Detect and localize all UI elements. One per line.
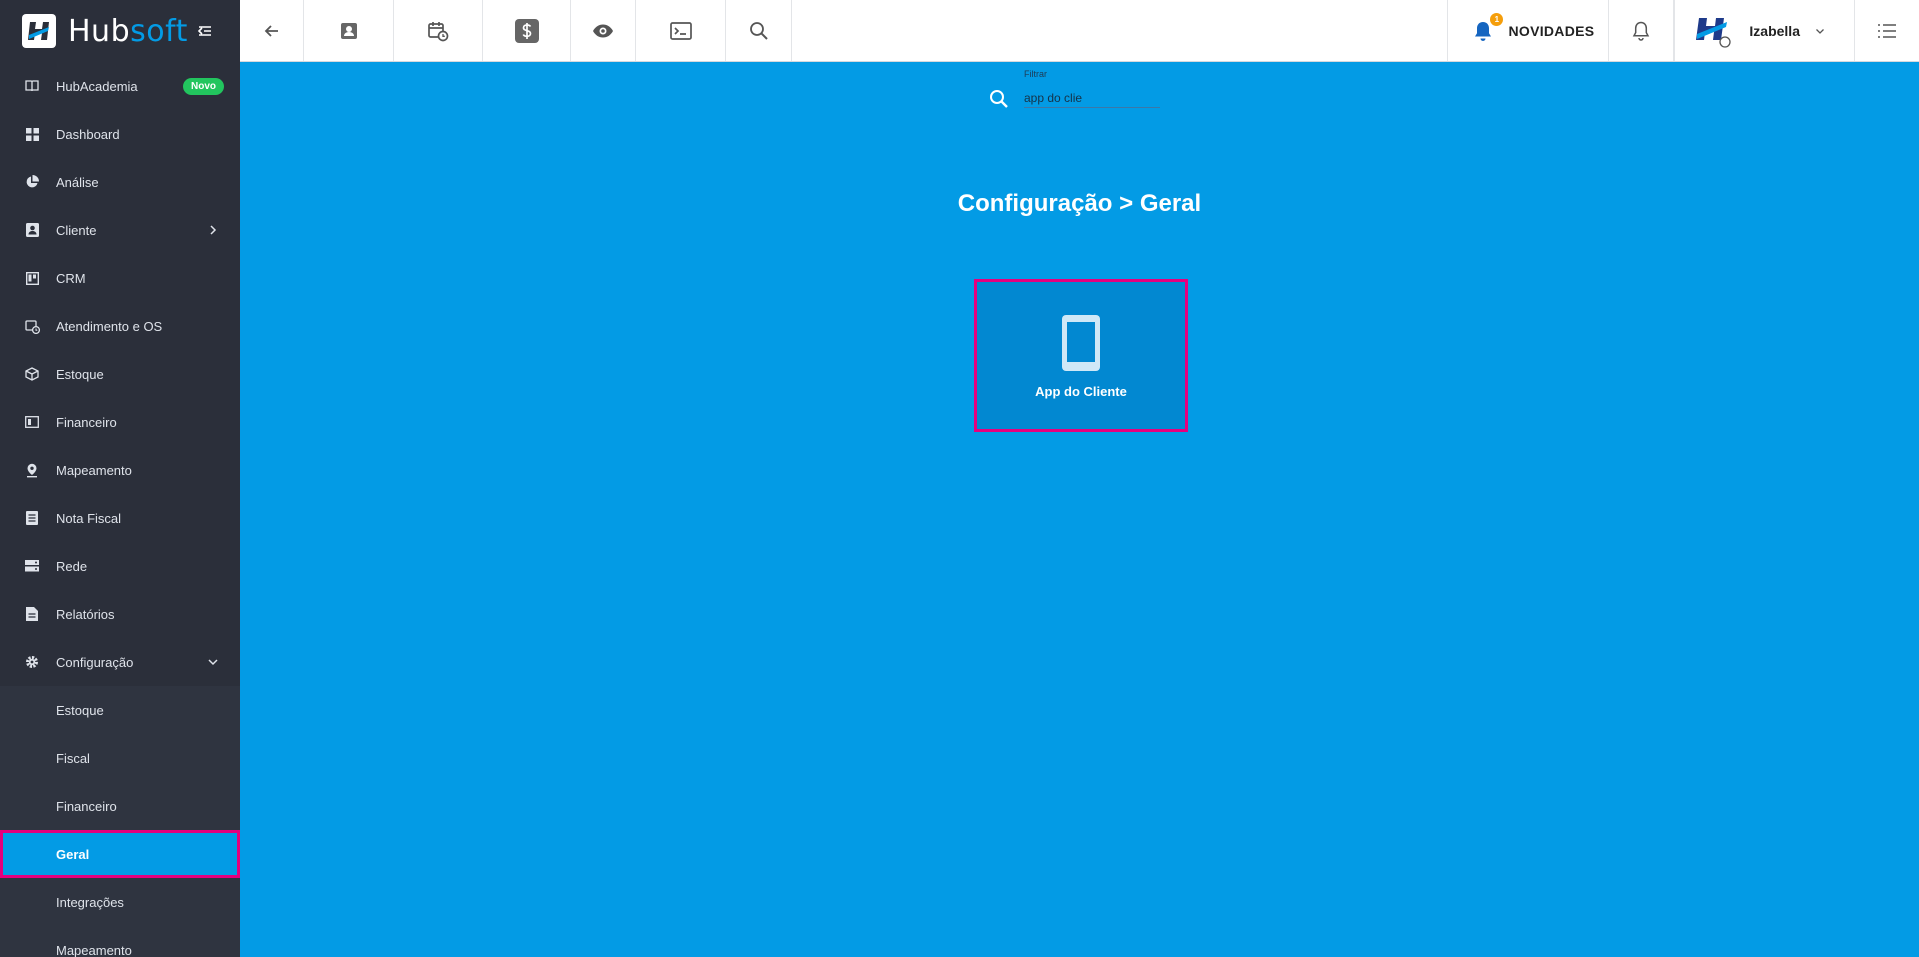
search-icon <box>749 21 768 40</box>
sidebar-item-estoque[interactable]: Estoque <box>0 350 240 398</box>
list-menu-icon <box>1878 23 1896 38</box>
schedule-shortcut-button[interactable] <box>394 0 483 61</box>
sidebar-item-label: Nota Fiscal <box>56 510 122 526</box>
eye-icon <box>593 24 613 37</box>
brand-name: Hubsoft <box>68 13 188 49</box>
filter-label: Filtrar <box>1024 69 1047 79</box>
collapse-sidebar-icon[interactable] <box>196 22 214 40</box>
topbar-right: 1 NOVIDADES Izabella <box>1447 0 1919 61</box>
sidebar-item-atendimento[interactable]: Atendimento e OS <box>0 302 240 350</box>
sidebar-item-label: Financeiro <box>56 414 117 430</box>
sidebar-item-crm[interactable]: CRM <box>0 254 240 302</box>
sidebar-item-mapeamento[interactable]: Mapeamento <box>0 446 240 494</box>
server-icon <box>24 558 40 574</box>
new-badge: Novo <box>183 78 224 95</box>
breadcrumb-separator: > <box>1119 190 1134 217</box>
clients-shortcut-button[interactable] <box>304 0 394 61</box>
user-menu[interactable]: Izabella <box>1674 0 1855 61</box>
finance-shortcut-button[interactable] <box>483 0 571 61</box>
sidebar-item-dashboard[interactable]: Dashboard <box>0 110 240 158</box>
contact-icon <box>24 222 40 238</box>
dollar-icon <box>514 18 539 43</box>
view-shortcut-button[interactable] <box>571 0 636 61</box>
sidebar-subitem-integracoes[interactable]: Integrações <box>0 878 240 926</box>
filter-input[interactable] <box>1024 88 1160 108</box>
sidebar-item-label: CRM <box>56 270 86 286</box>
novidades-count-badge: 1 <box>1490 13 1504 26</box>
sidebar-item-nota-fiscal[interactable]: Nota Fiscal <box>0 494 240 542</box>
contact-card-icon <box>340 22 357 39</box>
pie-chart-icon <box>24 174 40 190</box>
book-icon <box>24 78 40 94</box>
grid-icon <box>24 126 40 142</box>
smartphone-icon <box>1062 315 1100 371</box>
hubsoft-logo-icon[interactable] <box>22 14 56 48</box>
box-icon <box>24 366 40 382</box>
avatar <box>1696 17 1732 48</box>
novidades-button[interactable]: 1 NOVIDADES <box>1447 0 1610 61</box>
bell-outline-icon <box>1633 21 1650 41</box>
sidebar-item-label: Estoque <box>56 366 104 382</box>
menu-list-button[interactable] <box>1855 0 1919 61</box>
sidebar-item-label: Relatórios <box>56 606 115 622</box>
sidebar-item-label: Mapeamento <box>56 462 132 478</box>
sidebar-item-label: Atendimento e OS <box>56 318 163 334</box>
sidebar-item-configuracao[interactable]: Configuração <box>0 638 240 686</box>
terminal-icon <box>669 21 692 40</box>
receipt-icon <box>24 510 40 526</box>
map-pin-icon <box>24 462 40 478</box>
gear-icon <box>24 654 40 670</box>
notifications-button[interactable] <box>1609 0 1675 61</box>
sidebar-item-hubacademia[interactable]: HubAcademia Novo <box>0 62 240 110</box>
back-arrow-icon <box>264 24 278 37</box>
chevron-down-icon <box>1816 28 1824 34</box>
sidebar-subitem-mapeamento[interactable]: Mapeamento <box>0 926 240 957</box>
board-icon <box>24 270 40 286</box>
calendar-clock-icon <box>428 21 449 41</box>
brand-header: Hubsoft <box>0 0 240 62</box>
chevron-down-icon <box>208 659 218 666</box>
app-do-cliente-card[interactable]: App do Cliente <box>974 279 1188 432</box>
card-label: App do Cliente <box>1035 384 1127 399</box>
search-icon <box>990 90 1008 108</box>
sidebar-item-label: Dashboard <box>56 126 120 142</box>
report-icon <box>24 606 40 622</box>
back-button[interactable] <box>240 0 304 61</box>
sidebar: Hubsoft HubAcademia Novo Dashboard Análi… <box>0 0 240 957</box>
novidades-label: NOVIDADES <box>1508 22 1595 39</box>
topbar: 1 NOVIDADES Izabella <box>240 0 1919 62</box>
calendar-clock-icon <box>24 318 40 334</box>
breadcrumb-section: Configuração <box>957 190 1113 217</box>
sidebar-item-label: Análise <box>56 174 99 190</box>
sidebar-subitem-geral[interactable]: Geral <box>0 830 240 878</box>
sidebar-item-label: HubAcademia <box>56 78 138 94</box>
breadcrumb-page: Geral <box>1139 190 1202 217</box>
sidebar-item-label: Rede <box>56 558 88 574</box>
user-name: Izabella <box>1749 22 1800 39</box>
sidebar-item-label: Configuração <box>56 654 134 670</box>
page-title: Configuração > Geral <box>0 190 1919 218</box>
sidebar-subitem-estoque[interactable]: Estoque <box>0 686 240 734</box>
sidebar-subitem-financeiro[interactable]: Financeiro <box>0 782 240 830</box>
terminal-shortcut-button[interactable] <box>636 0 726 61</box>
sidebar-item-financeiro[interactable]: Financeiro <box>0 398 240 446</box>
filter-field: Filtrar <box>986 66 1176 112</box>
sidebar-item-relatorios[interactable]: Relatórios <box>0 590 240 638</box>
sidebar-item-rede[interactable]: Rede <box>0 542 240 590</box>
search-shortcut-button[interactable] <box>726 0 792 61</box>
money-icon <box>24 414 40 430</box>
sidebar-item-label: Cliente <box>56 222 97 238</box>
chevron-right-icon <box>210 225 217 235</box>
sidebar-subitem-fiscal[interactable]: Fiscal <box>0 734 240 782</box>
